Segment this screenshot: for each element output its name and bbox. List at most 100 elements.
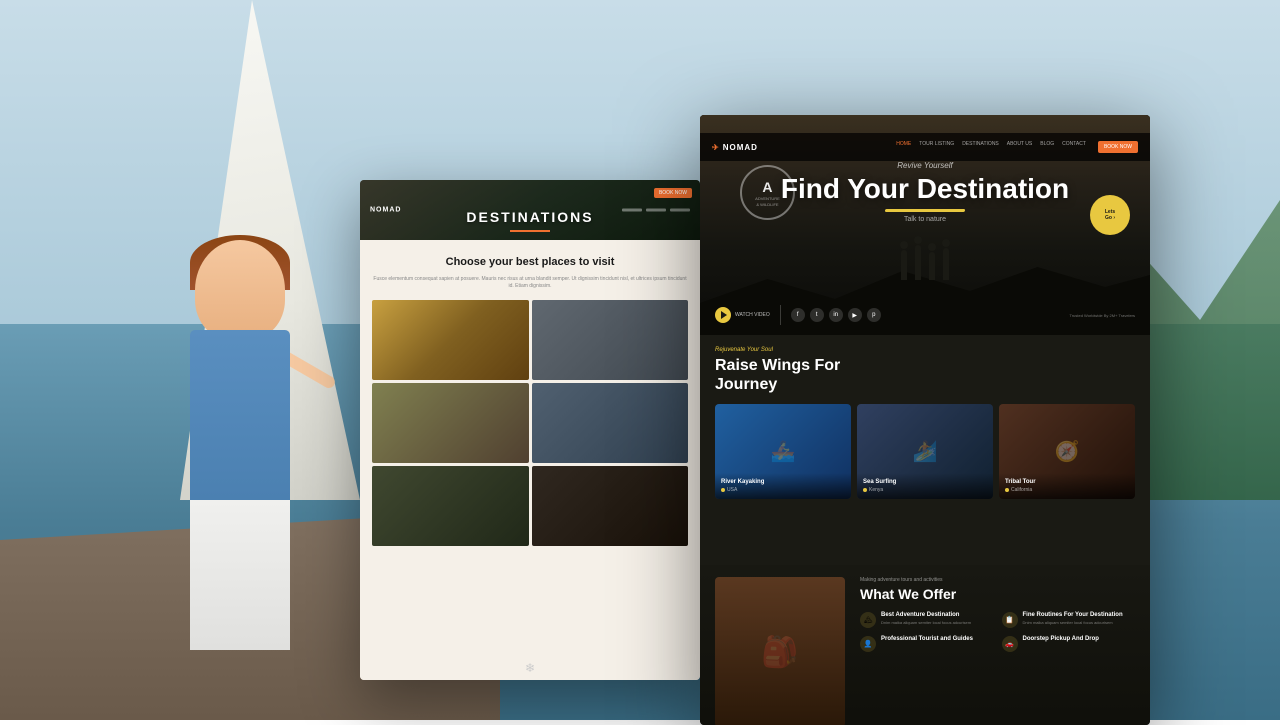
grid-image-3[interactable] bbox=[372, 383, 529, 463]
hero-bottom-row: WATCH VIDEO f t in ▶ p Trusted Worldwide… bbox=[700, 305, 1150, 325]
trusted-text: Trusted Worldwide By 2M+ Travelers bbox=[1070, 313, 1135, 318]
social-icon-in[interactable]: in bbox=[829, 308, 843, 322]
offer-routines-title: Fine Routines For Your Destination bbox=[1023, 612, 1136, 618]
offer-items-grid: 🏔 Best Adventure Destination Dnim maika … bbox=[860, 612, 1135, 652]
offer-text-tourist: Professional Tourist and Guides bbox=[881, 636, 994, 644]
raise-wings-section: Rejuvenate Your Soul Raise Wings ForJour… bbox=[700, 335, 1150, 509]
person-torso bbox=[190, 330, 290, 510]
figure-4 bbox=[943, 248, 949, 280]
person-head bbox=[195, 240, 285, 340]
lets-go-button[interactable]: LetsGo › bbox=[1090, 195, 1130, 235]
card-surfing-location: Kenya bbox=[863, 487, 987, 493]
hiking-figures bbox=[901, 245, 949, 280]
grid-image-2[interactable] bbox=[532, 300, 689, 380]
social-icon-pt[interactable]: p bbox=[867, 308, 881, 322]
offer-item-tourist: 👤 Professional Tourist and Guides bbox=[860, 636, 994, 652]
nav-items: HOME TOUR LISTING DESTINATIONS ABOUT US … bbox=[896, 141, 1138, 153]
location-pin-icon-2 bbox=[863, 488, 867, 492]
card-kayaking-title: River Kayaking bbox=[721, 479, 845, 485]
pickup-icon: 🚗 bbox=[1002, 636, 1018, 652]
offer-routines-desc: Dnim maika aliquam semiter local focus a… bbox=[1023, 620, 1136, 626]
title-underline-decoration bbox=[885, 209, 966, 212]
destinations-subtext: Fusce elementum consequat sapien at posu… bbox=[372, 276, 688, 290]
social-icon-yt[interactable]: ▶ bbox=[848, 308, 862, 322]
watch-video-label: WATCH VIDEO bbox=[735, 312, 770, 318]
main-hero-title: Find Your Destination bbox=[720, 174, 1130, 205]
location-pin-icon bbox=[721, 488, 725, 492]
lets-go-label: LetsGo › bbox=[1105, 209, 1115, 221]
grid-image-1[interactable] bbox=[372, 300, 529, 380]
main-nav: NOMAD HOME TOUR LISTING DESTINATIONS ABO… bbox=[700, 133, 1150, 161]
card-kayaking-location: USA bbox=[721, 487, 845, 493]
tourist-icon: 👤 bbox=[860, 636, 876, 652]
snowflake-icon: ❄ bbox=[525, 661, 535, 675]
what-we-offer-section: 🎒 Making adventure tours and activities … bbox=[700, 565, 1150, 725]
nav-item-destinations[interactable]: DESTINATIONS bbox=[962, 141, 999, 153]
nav-logo[interactable]: NOMAD bbox=[712, 143, 758, 152]
offer-section-image: 🎒 bbox=[715, 577, 845, 725]
nav-item-blog[interactable]: BLOG bbox=[1040, 141, 1054, 153]
offer-title: What We Offer bbox=[860, 586, 1135, 602]
hero-tagline: Talk to nature bbox=[720, 216, 1130, 223]
grid-image-5[interactable] bbox=[372, 466, 529, 546]
mockup-left-body: Choose your best places to visit Fusce e… bbox=[360, 240, 700, 561]
figure-1 bbox=[901, 250, 907, 280]
mockup-left-footer: ❄ bbox=[360, 655, 700, 680]
mockup-left-book-btn[interactable]: BOOK NOW bbox=[654, 188, 692, 198]
nav-item-about[interactable]: ABOUT US bbox=[1007, 141, 1032, 153]
raise-wings-label: Rejuvenate Your Soul bbox=[715, 347, 1135, 353]
offer-item-routines: 📋 Fine Routines For Your Destination Dni… bbox=[1002, 612, 1136, 628]
mockup-right: +00 123 456789 support@nomad.com NOMAD H… bbox=[700, 115, 1150, 725]
card-tribal-location: California bbox=[1005, 487, 1129, 493]
destinations-heading: Choose your best places to visit bbox=[372, 255, 688, 270]
social-icons-row: f t in ▶ p bbox=[791, 308, 881, 322]
offer-text-pickup: Doorstep Pickup And Drop bbox=[1023, 636, 1136, 644]
figure-3 bbox=[929, 252, 935, 280]
card-kayaking[interactable]: 🚣 River Kayaking USA bbox=[715, 404, 851, 499]
figure-2 bbox=[915, 245, 921, 280]
card-tribal-title: Tribal Tour bbox=[1005, 479, 1129, 485]
person bbox=[100, 60, 380, 660]
raise-wings-title: Raise Wings ForJourney bbox=[715, 356, 1135, 394]
location-pin-icon-3 bbox=[1005, 488, 1009, 492]
revive-text: Revive Yourself bbox=[720, 161, 1130, 170]
activity-cards: 🚣 River Kayaking USA 🏄 Sea Surfing bbox=[715, 404, 1135, 499]
grid-image-4[interactable] bbox=[532, 383, 689, 463]
offer-item-adventure: 🏔 Best Adventure Destination Dnim maika … bbox=[860, 612, 994, 628]
card-tribal[interactable]: 🧭 Tribal Tour California bbox=[999, 404, 1135, 499]
routines-icon: 📋 bbox=[1002, 612, 1018, 628]
nav-item-tour[interactable]: TOUR LISTING bbox=[919, 141, 954, 153]
mockup-left: NOMAD BOOK NOW DESTINATIONS Choose your … bbox=[360, 180, 700, 680]
grid-image-6[interactable] bbox=[532, 466, 689, 546]
card-surfing[interactable]: 🏄 Sea Surfing Kenya bbox=[857, 404, 993, 499]
person-pants bbox=[190, 500, 290, 650]
offer-content: Making adventure tours and activities Wh… bbox=[860, 577, 1135, 652]
offer-item-pickup: 🚗 Doorstep Pickup And Drop bbox=[1002, 636, 1136, 652]
watch-video-btn[interactable]: WATCH VIDEO bbox=[715, 307, 770, 323]
card-surfing-overlay: Sea Surfing Kenya bbox=[857, 473, 993, 499]
play-button[interactable] bbox=[715, 307, 731, 323]
offer-text-adventure: Best Adventure Destination Dnim maika al… bbox=[881, 612, 994, 626]
offer-text-routines: Fine Routines For Your Destination Dnim … bbox=[1023, 612, 1136, 626]
hero-divider bbox=[780, 305, 781, 325]
mockup-left-nav bbox=[622, 209, 690, 212]
card-tribal-overlay: Tribal Tour California bbox=[999, 473, 1135, 499]
offer-adventure-title: Best Adventure Destination bbox=[881, 612, 994, 618]
card-surfing-title: Sea Surfing bbox=[863, 479, 987, 485]
nav-item-contact[interactable]: CONTACT bbox=[1062, 141, 1086, 153]
nav-item-home[interactable]: HOME bbox=[896, 141, 911, 153]
social-icon-t[interactable]: t bbox=[810, 308, 824, 322]
mockup-left-logo: NOMAD bbox=[370, 207, 401, 214]
play-icon bbox=[721, 311, 727, 319]
social-icon-f[interactable]: f bbox=[791, 308, 805, 322]
offer-tourist-title: Professional Tourist and Guides bbox=[881, 636, 994, 642]
offer-pickup-title: Doorstep Pickup And Drop bbox=[1023, 636, 1136, 642]
hero-text-area: Revive Yourself Find Your Destination Ta… bbox=[700, 161, 1150, 223]
mockup-left-header: NOMAD BOOK NOW DESTINATIONS bbox=[360, 180, 700, 240]
offer-adventure-desc: Dnim maika aliquam semiter local focus a… bbox=[881, 620, 994, 626]
destinations-grid bbox=[372, 300, 688, 546]
nav-book-button[interactable]: BOOK NOW bbox=[1098, 141, 1138, 153]
card-kayaking-overlay: River Kayaking USA bbox=[715, 473, 851, 499]
mockup-left-hero-title: DESTINATIONS bbox=[466, 209, 593, 225]
title-underline bbox=[510, 230, 550, 232]
